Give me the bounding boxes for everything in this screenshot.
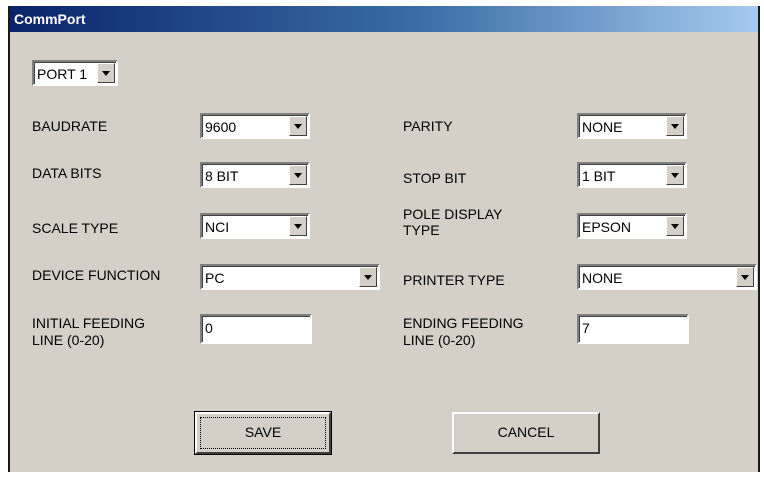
initial-feeding-label-line2: LINE (0-20) [32, 332, 105, 348]
initial-feeding-label-line1: INITIAL FEEDING [32, 315, 146, 331]
stop-bit-value: 1 BIT [582, 168, 616, 184]
port-select[interactable]: PORT 1 [32, 60, 118, 86]
parity-label: PARITY [403, 118, 453, 134]
scale-type-label: SCALE TYPE [32, 220, 119, 236]
port-select-value: PORT 1 [37, 66, 88, 82]
device-function-value: PC [205, 270, 225, 286]
printer-type-value: NONE [582, 270, 623, 286]
printer-type-label: PRINTER TYPE [403, 272, 505, 288]
parity-value: NONE [582, 119, 623, 135]
chevron-down-icon[interactable] [289, 116, 307, 136]
chevron-down-icon[interactable] [97, 63, 115, 83]
baudrate-value: 9600 [205, 119, 237, 135]
window-title: CommPort [10, 6, 758, 32]
chevron-down-icon[interactable] [666, 165, 684, 185]
ending-feeding-label-line1: ENDING FEEDING [403, 315, 524, 331]
chevron-down-icon[interactable] [736, 267, 754, 287]
cancel-button-label: CANCEL [497, 424, 555, 440]
parity-select[interactable]: NONE [577, 113, 687, 139]
stop-bit-select[interactable]: 1 BIT [577, 162, 687, 188]
cancel-button[interactable]: CANCEL [452, 412, 600, 454]
stop-bit-label: STOP BIT [403, 170, 467, 186]
data-bits-select[interactable]: 8 BIT [200, 162, 310, 188]
save-button-label: SAVE [244, 424, 282, 440]
pole-display-type-label-line1: POLE DISPLAY [403, 206, 503, 222]
chevron-down-icon[interactable] [289, 216, 307, 236]
data-bits-value: 8 BIT [205, 168, 239, 184]
device-function-select[interactable]: PC [200, 264, 380, 290]
ending-feeding-input[interactable]: 7 [577, 314, 689, 344]
save-button[interactable]: SAVE [194, 411, 332, 455]
printer-type-select[interactable]: NONE [577, 264, 757, 290]
ending-feeding-value: 7 [582, 320, 590, 336]
commport-dialog: CommPort PORT 1 BAUDRATE 9600 PARITY NON… [8, 6, 760, 472]
chevron-down-icon[interactable] [289, 165, 307, 185]
scale-type-value: NCI [205, 219, 230, 235]
ending-feeding-label-line2: LINE (0-20) [403, 332, 476, 348]
baudrate-label: BAUDRATE [32, 118, 108, 134]
pole-display-type-value: EPSON [582, 219, 632, 235]
initial-feeding-value: 0 [205, 320, 213, 336]
chevron-down-icon[interactable] [666, 116, 684, 136]
data-bits-label: DATA BITS [32, 165, 102, 181]
device-function-label: DEVICE FUNCTION [32, 267, 161, 283]
baudrate-select[interactable]: 9600 [200, 113, 310, 139]
pole-display-type-label-line2: TYPE [403, 222, 440, 238]
scale-type-select[interactable]: NCI [200, 213, 310, 239]
chevron-down-icon[interactable] [666, 216, 684, 236]
chevron-down-icon[interactable] [359, 267, 377, 287]
pole-display-type-select[interactable]: EPSON [577, 213, 687, 239]
initial-feeding-input[interactable]: 0 [200, 314, 312, 344]
